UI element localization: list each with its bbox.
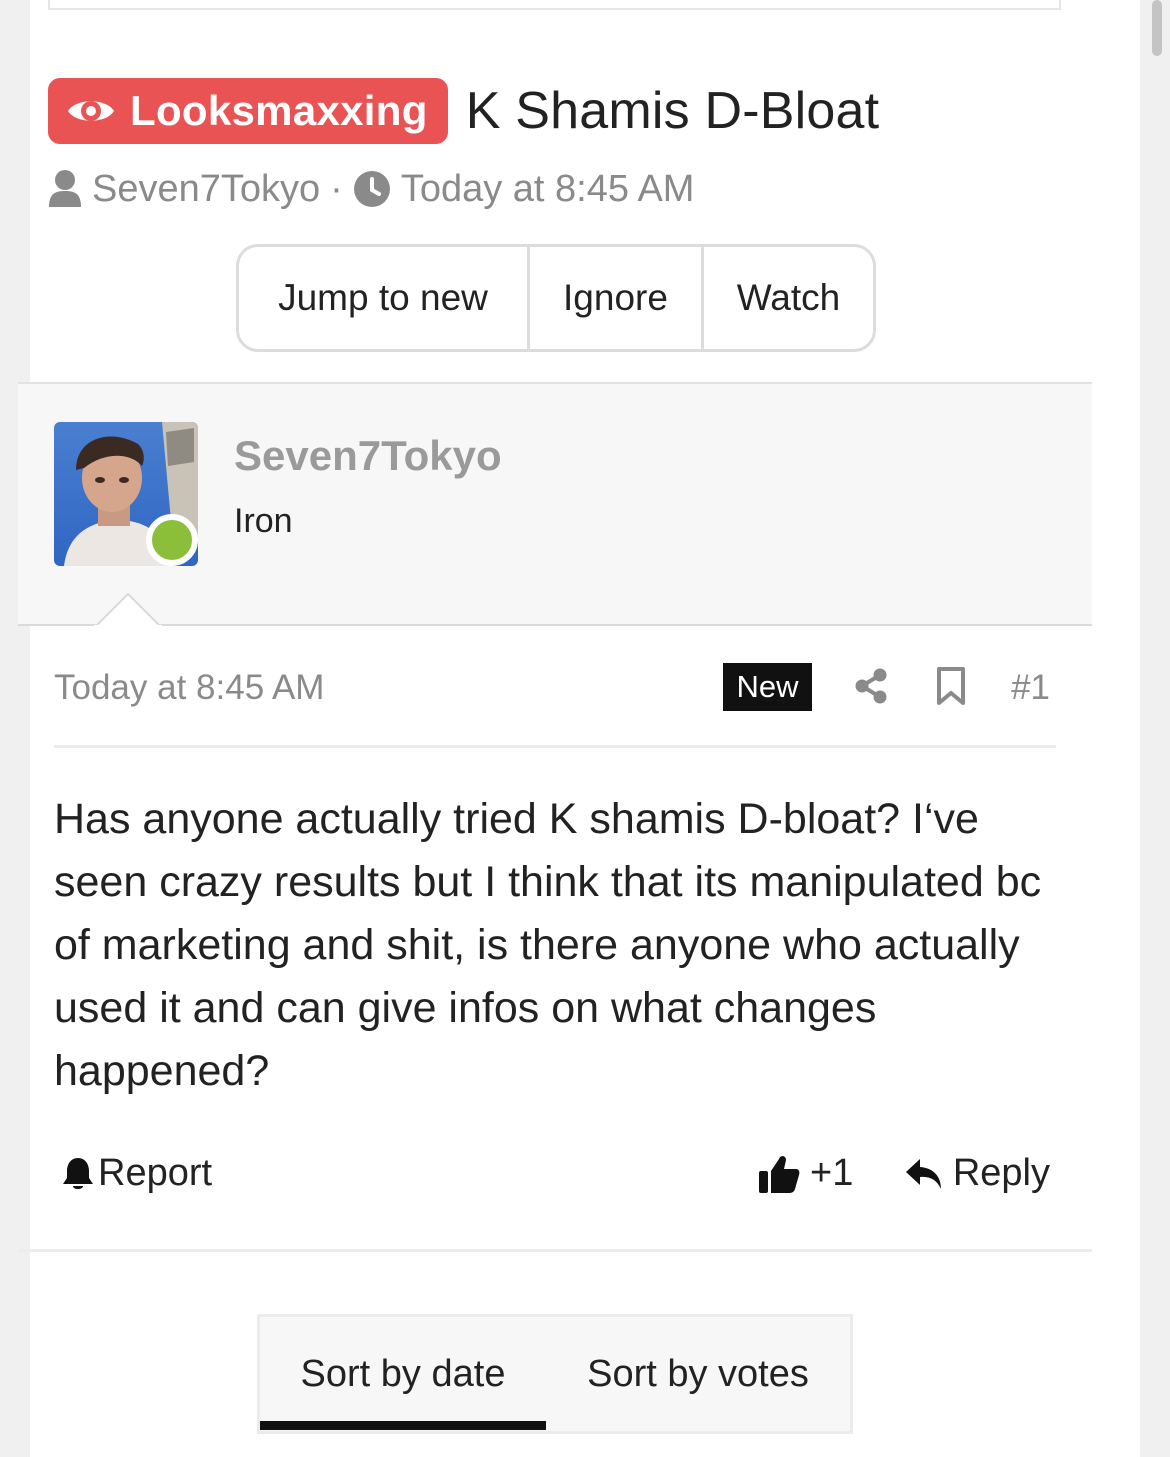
previous-section-box	[48, 0, 1061, 10]
thumbs-up-icon	[758, 1153, 800, 1195]
user-panel-arrow	[94, 592, 162, 628]
like-button[interactable]: +1	[758, 1152, 853, 1195]
clock-icon	[353, 170, 391, 208]
thread-meta: Seven7Tokyo · Today at 8:45 AM	[48, 166, 694, 212]
online-status-indicator	[146, 514, 198, 566]
reaction-count: +1	[810, 1152, 854, 1194]
post-actions: Report +1 Reply	[54, 1152, 1056, 1208]
reply-icon	[905, 1157, 943, 1191]
bookmark-icon[interactable]	[936, 666, 966, 711]
section-divider	[18, 1249, 1092, 1252]
thread-title-row: Looksmaxxing K Shamis D-Bloat	[48, 76, 879, 146]
thread-action-buttons: Jump to new Ignore Watch	[236, 244, 876, 352]
bell-icon	[62, 1156, 94, 1192]
user-title: Iron	[234, 502, 293, 540]
reply-button[interactable]: Reply	[905, 1152, 1050, 1195]
post-number-link[interactable]: #1	[1011, 668, 1050, 708]
report-label: Report	[98, 1152, 213, 1194]
thread-prefix-badge[interactable]: Looksmaxxing	[48, 78, 448, 144]
thread-prefix-label: Looksmaxxing	[130, 87, 428, 134]
thread-title: K Shamis D-Bloat	[465, 82, 880, 140]
reply-label: Reply	[952, 1152, 1050, 1194]
post-username-link[interactable]: Seven7Tokyo	[234, 432, 502, 480]
eye-icon	[66, 94, 116, 128]
sort-tabs: Sort by date Sort by votes	[257, 1314, 853, 1434]
ignore-button[interactable]: Ignore	[527, 247, 701, 349]
tab-sort-by-votes[interactable]: Sort by votes	[546, 1317, 850, 1431]
scrollbar[interactable]	[1152, 0, 1162, 56]
thread-date-link[interactable]: Today at 8:45 AM	[401, 168, 695, 211]
jump-to-new-button[interactable]: Jump to new	[239, 247, 527, 349]
new-badge: New	[723, 663, 812, 711]
report-button[interactable]: Report	[62, 1152, 212, 1195]
user-icon	[48, 169, 82, 209]
post-meta-bar: Today at 8:45 AM New #1	[54, 660, 1056, 748]
meta-separator: ·	[330, 167, 343, 210]
tab-sort-by-date[interactable]: Sort by date	[260, 1317, 546, 1431]
post-date-link[interactable]: Today at 8:45 AM	[54, 668, 324, 708]
post-user-panel: Seven7Tokyo Iron	[18, 382, 1092, 628]
thread-author-link[interactable]: Seven7Tokyo	[92, 168, 320, 211]
post-body: Has anyone actually tried K shamis D-blo…	[54, 795, 1042, 1095]
watch-button[interactable]: Watch	[701, 247, 873, 349]
share-icon[interactable]	[854, 668, 888, 709]
